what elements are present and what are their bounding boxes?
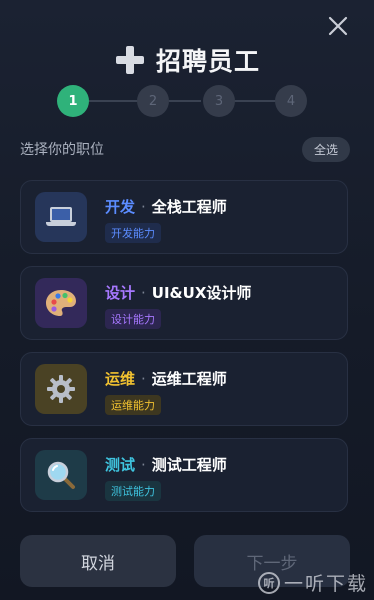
position-role: 全栈工程师 xyxy=(151,198,227,216)
separator: · xyxy=(141,284,146,302)
modal-title: 招聘员工 xyxy=(155,47,260,76)
section-label: 选择你的职位 xyxy=(20,142,104,158)
position-dept: 设计 xyxy=(105,284,136,302)
section-header: 选择你的职位 全选 xyxy=(20,136,350,162)
position-title: 设计 · UI&UX设计师 xyxy=(105,282,251,303)
plus-icon xyxy=(114,44,146,76)
watermark-text: 一听下载 xyxy=(283,573,368,595)
palette-icon xyxy=(35,278,87,328)
watermark: 听 一听下载 xyxy=(257,569,368,596)
watermark-logo: 听 xyxy=(257,571,280,594)
stepper: 1 2 3 4 xyxy=(57,84,313,118)
position-dept: 测试 xyxy=(105,456,136,474)
step-3: 3 xyxy=(203,85,235,117)
cancel-button[interactable]: 取消 xyxy=(20,535,176,587)
step-connector xyxy=(169,100,201,102)
close-icon[interactable] xyxy=(326,14,350,38)
skill-tag: 运维能力 xyxy=(105,395,161,415)
position-title: 测试 · 测试工程师 xyxy=(105,454,227,475)
position-title: 开发 · 全栈工程师 xyxy=(105,196,227,217)
modal-header: 招聘员工 xyxy=(0,42,374,78)
position-role: 运维工程师 xyxy=(151,370,227,388)
gear-icon xyxy=(35,364,87,414)
position-dept: 运维 xyxy=(105,370,136,388)
step-4: 4 xyxy=(275,85,307,117)
skill-tag: 测试能力 xyxy=(105,481,161,501)
position-card-design[interactable]: 设计 · UI&UX设计师 设计能力 xyxy=(20,266,348,340)
position-card-dev[interactable]: 开发 · 全栈工程师 开发能力 xyxy=(20,180,348,254)
skill-tag: 开发能力 xyxy=(105,223,161,243)
hire-employee-modal: 招聘员工 1 2 3 4 选择你的职位 全选 开发 · 全栈工程师 开发能力 设… xyxy=(0,0,374,600)
position-card-ops[interactable]: 运维 · 运维工程师 运维能力 xyxy=(20,352,348,426)
position-dept: 开发 xyxy=(105,198,136,216)
step-connector xyxy=(233,100,281,102)
position-title: 运维 · 运维工程师 xyxy=(105,368,227,389)
skill-tag: 设计能力 xyxy=(105,309,161,329)
select-all-button[interactable]: 全选 xyxy=(301,136,350,162)
position-role: 测试工程师 xyxy=(151,456,227,474)
separator: · xyxy=(141,456,146,474)
separator: · xyxy=(141,370,146,388)
magnifier-icon xyxy=(35,450,87,500)
step-1: 1 xyxy=(57,85,89,117)
position-role: UI&UX设计师 xyxy=(151,284,252,302)
step-2: 2 xyxy=(137,85,169,117)
laptop-icon xyxy=(35,192,87,242)
separator: · xyxy=(141,198,146,216)
position-card-test[interactable]: 测试 · 测试工程师 测试能力 xyxy=(20,438,348,512)
